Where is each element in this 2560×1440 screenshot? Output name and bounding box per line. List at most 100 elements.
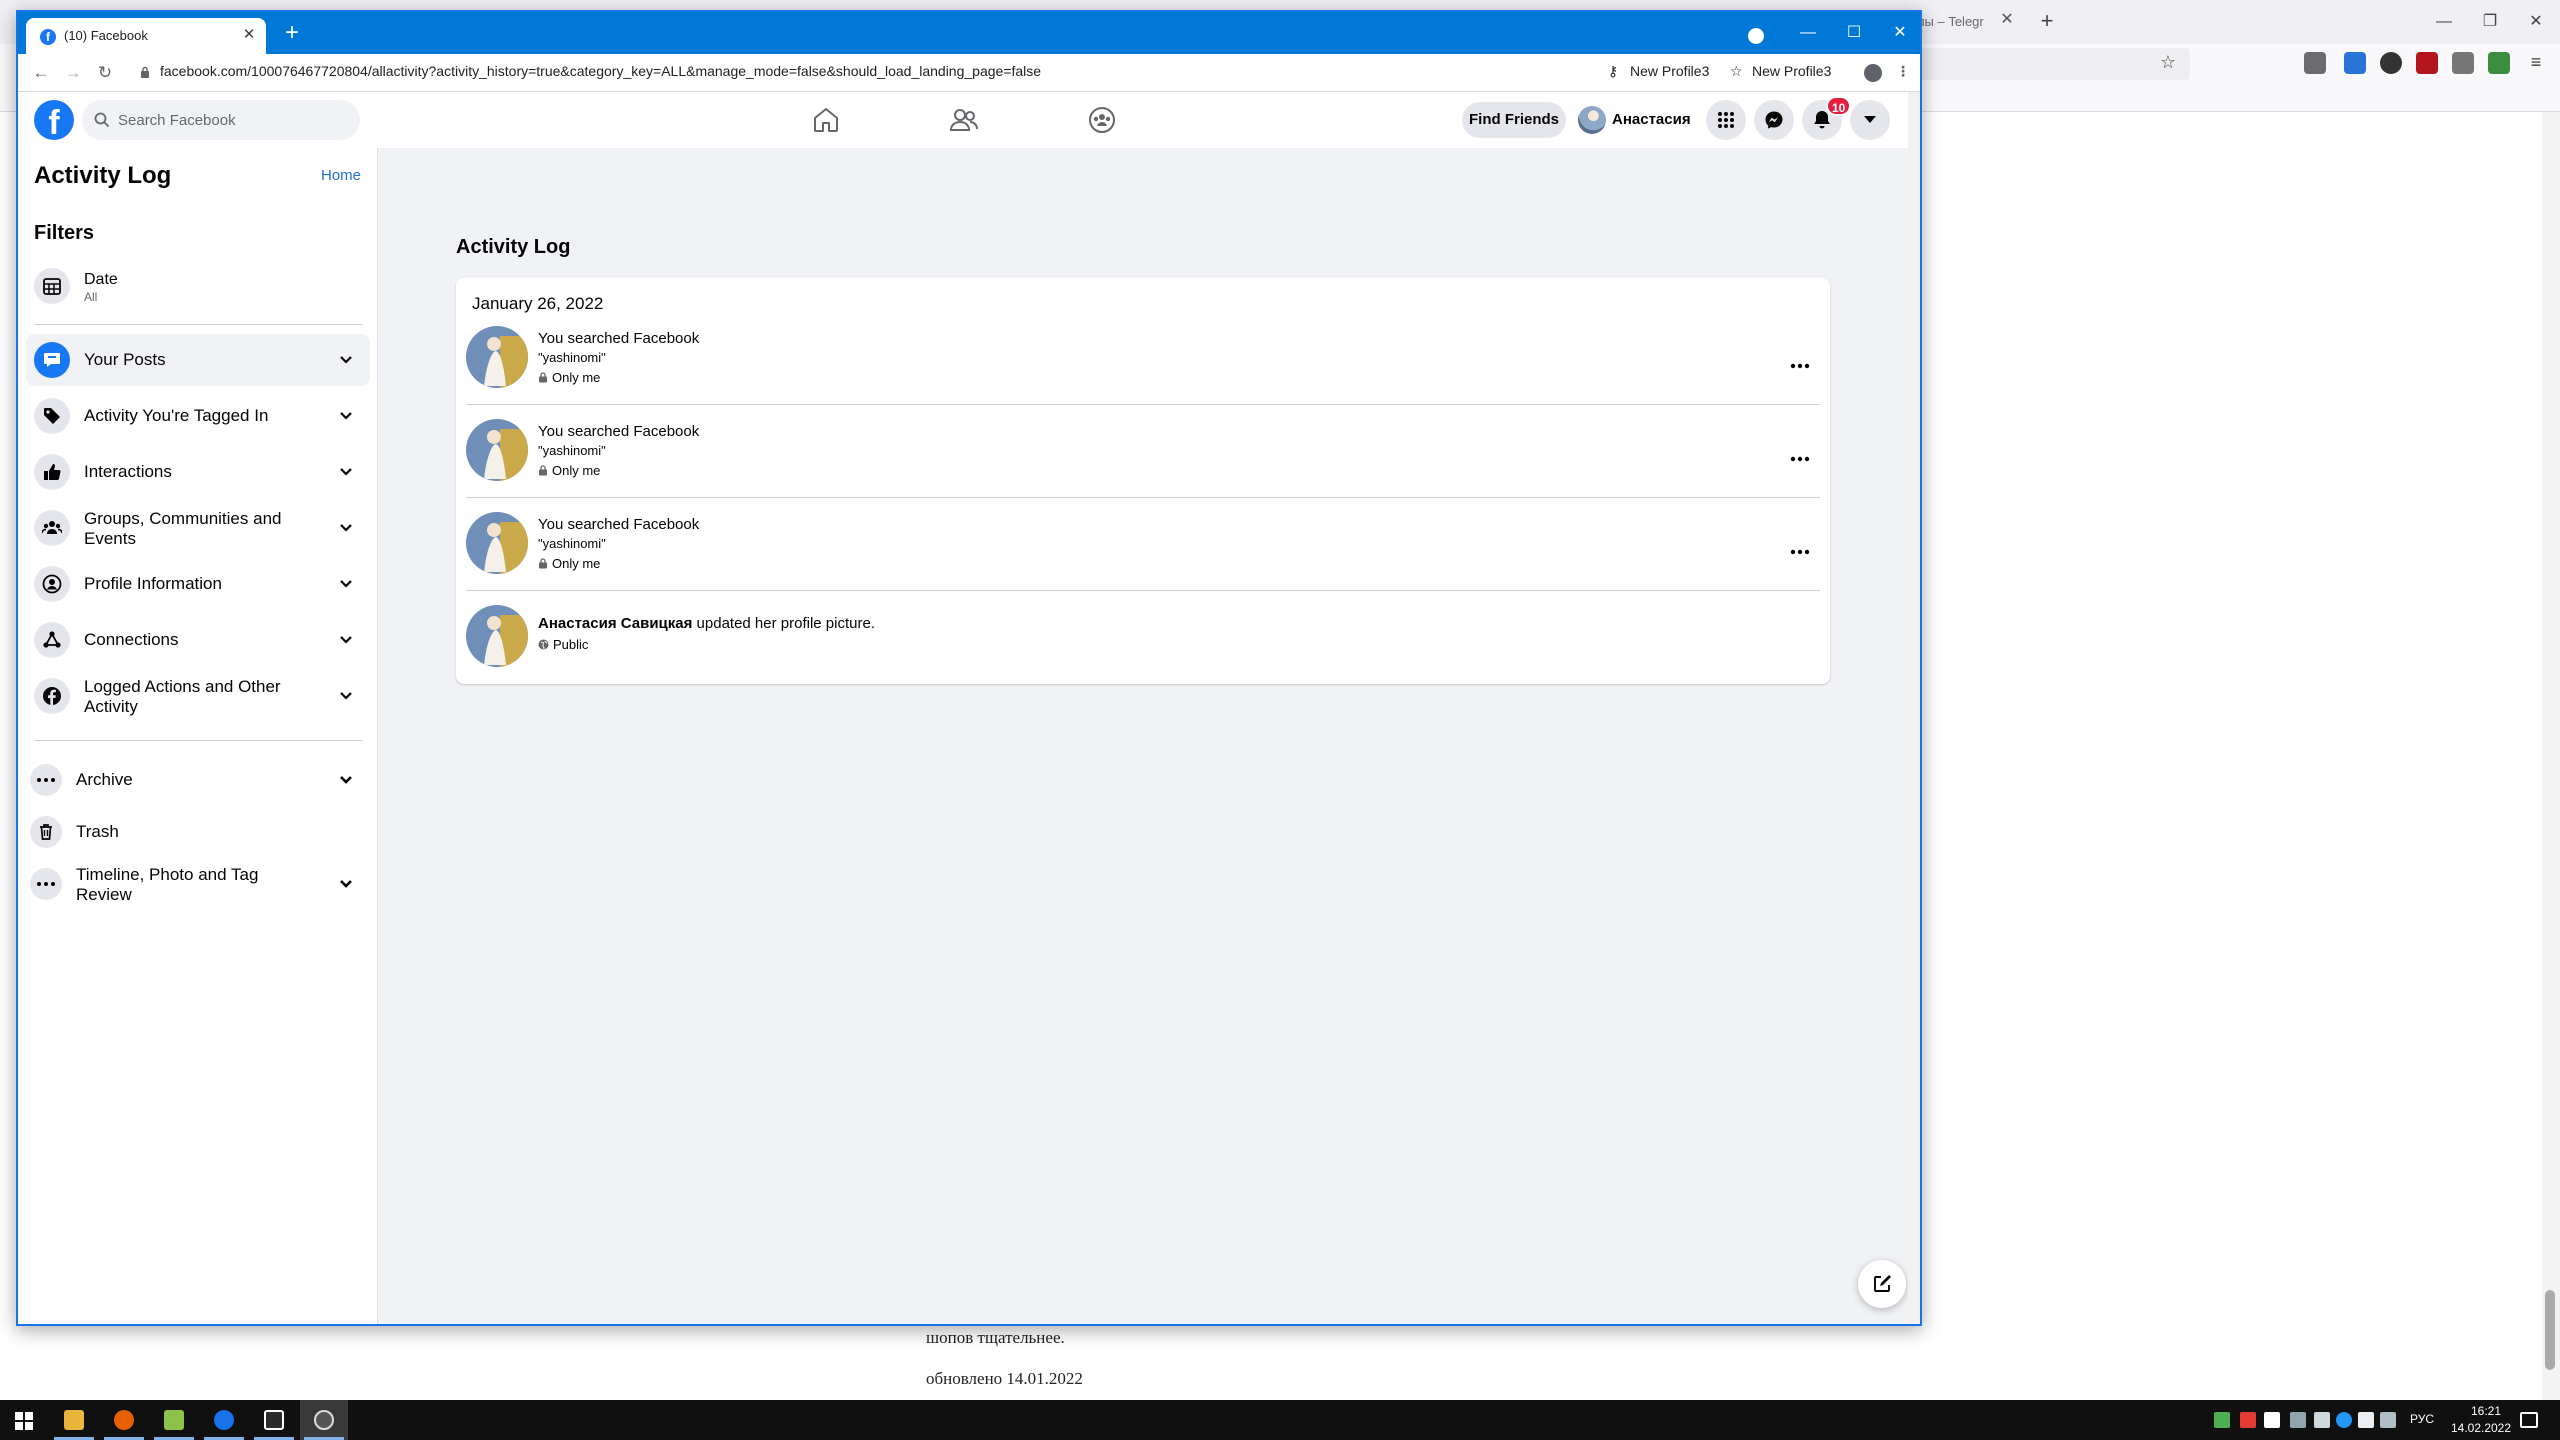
search-box[interactable]: [82, 100, 360, 140]
more-options-icon[interactable]: [1782, 441, 1818, 477]
background-url-bar[interactable]: [1910, 48, 2190, 80]
extension-icon[interactable]: [2380, 52, 2402, 74]
entry-user-name[interactable]: Анастасия Савицкая: [538, 615, 692, 632]
sidebar-item-label: Connections: [84, 630, 179, 649]
find-friends-button[interactable]: Find Friends: [1462, 102, 1566, 138]
sidebar-item-timeline-review[interactable]: Timeline, Photo and Tag Review: [22, 858, 366, 910]
sidebar-item-groups[interactable]: Groups, Communities and Events: [26, 502, 370, 554]
green-extension-icon[interactable]: [2488, 52, 2510, 74]
tray-icon[interactable]: [2264, 1412, 2280, 1428]
search-input[interactable]: [118, 100, 354, 140]
close-window-button[interactable]: ✕: [1886, 20, 1914, 46]
sidebar-item-label: Archive: [76, 770, 133, 789]
chevron-down-icon[interactable]: [336, 874, 356, 894]
date-filter[interactable]: Date All: [26, 260, 370, 312]
menu-grid-button[interactable]: [1706, 100, 1746, 140]
background-minimize-button[interactable]: —: [2432, 10, 2456, 34]
start-button[interactable]: [0, 1400, 48, 1440]
taskbar-chrome[interactable]: [200, 1400, 248, 1440]
tray-icon[interactable]: [2240, 1412, 2256, 1428]
sidebar-item-interactions[interactable]: Interactions: [26, 446, 370, 498]
bookmark-profile-1[interactable]: New Profile3: [1630, 63, 1709, 79]
tab-close-icon[interactable]: ✕: [240, 26, 258, 44]
background-new-tab-button[interactable]: +: [2035, 8, 2059, 36]
sidebar-item-your-posts[interactable]: Your Posts: [26, 334, 370, 386]
chevron-down-icon[interactable]: [336, 574, 356, 594]
taskbar-active-app[interactable]: [300, 1400, 348, 1440]
bookmark-profile-2[interactable]: New Profile3: [1752, 63, 1831, 79]
chevron-down-icon[interactable]: [336, 350, 356, 370]
clock-date[interactable]: 14.02.2022: [2446, 1421, 2516, 1435]
home-icon[interactable]: [808, 102, 844, 138]
chevron-down-icon[interactable]: [336, 462, 356, 482]
browser-tab[interactable]: f (10) Facebook ✕: [26, 18, 266, 54]
downloads-icon[interactable]: [2344, 52, 2366, 74]
notification-center-icon[interactable]: [2520, 1412, 2538, 1428]
kebab-menu-icon[interactable]: ⋮: [1896, 63, 1910, 80]
pocket-icon[interactable]: [2304, 52, 2326, 74]
taskbar-app[interactable]: [250, 1400, 298, 1440]
sidebar-item-archive[interactable]: Archive: [22, 754, 366, 806]
activity-entry[interactable]: Анастасия Савицкая updated her profile p…: [466, 605, 1820, 697]
privacy-label: Public: [553, 637, 589, 652]
sidebar-item-connections[interactable]: Connections: [26, 614, 370, 666]
chevron-down-icon[interactable]: [336, 770, 356, 790]
chevron-down-icon[interactable]: [336, 630, 356, 650]
chevron-down-icon[interactable]: [336, 686, 356, 706]
sidebar-item-tagged[interactable]: Activity You're Tagged In: [26, 390, 370, 442]
sidebar-item-logged-actions[interactable]: Logged Actions and Other Activity: [26, 670, 370, 722]
background-tab-close-icon[interactable]: ✕: [1998, 10, 2016, 30]
home-link[interactable]: Home: [321, 167, 361, 184]
new-tab-button[interactable]: +: [280, 21, 304, 46]
chevron-down-icon[interactable]: [336, 518, 356, 538]
search-icon: [94, 112, 110, 128]
facebook-logo[interactable]: f: [34, 100, 74, 140]
globe-icon: [538, 639, 549, 650]
star-icon[interactable]: ☆: [1730, 63, 1743, 80]
friends-icon[interactable]: [946, 102, 982, 138]
taskbar-notepad[interactable]: [150, 1400, 198, 1440]
messenger-button[interactable]: [1754, 100, 1794, 140]
network-icon[interactable]: [2380, 1412, 2396, 1428]
new-message-button[interactable]: [1858, 1260, 1906, 1308]
account-icon[interactable]: [1864, 64, 1882, 82]
entry-privacy: Only me: [538, 370, 600, 385]
mail-extension-icon[interactable]: [2452, 52, 2474, 74]
taskbar: РУС 16:21 14.02.2022: [0, 1400, 2560, 1440]
account-menu-button[interactable]: [1850, 100, 1890, 140]
profile-menu-icon[interactable]: [1748, 28, 1764, 44]
taskbar-file-explorer[interactable]: [50, 1400, 98, 1440]
sidebar-item-trash[interactable]: Trash: [22, 806, 366, 858]
more-options-icon[interactable]: [1782, 348, 1818, 384]
background-restore-button[interactable]: ❐: [2478, 10, 2502, 34]
back-arrow-icon[interactable]: ←: [30, 62, 52, 84]
page-scrollbar[interactable]: [1908, 92, 1920, 1324]
groups-nav-icon[interactable]: [1084, 102, 1120, 138]
reload-icon[interactable]: ↻: [94, 62, 116, 84]
chevron-down-icon[interactable]: [336, 406, 356, 426]
menu-icon[interactable]: ≡: [2524, 50, 2548, 74]
forward-arrow-icon[interactable]: →: [62, 62, 84, 84]
bookmark-star-icon[interactable]: ☆: [2156, 50, 2180, 74]
maximize-button[interactable]: ☐: [1840, 20, 1868, 46]
lock-icon[interactable]: [140, 66, 150, 78]
background-scrollbar-thumb[interactable]: [2545, 1290, 2555, 1370]
address-bar[interactable]: facebook.com/100076467720804/allactivity…: [160, 63, 1041, 79]
tray-icon[interactable]: [2314, 1412, 2330, 1428]
tray-icon[interactable]: [2290, 1412, 2306, 1428]
key-icon[interactable]: ⚷: [1608, 63, 1618, 80]
shield-extension-icon[interactable]: [2416, 52, 2438, 74]
language-indicator[interactable]: РУС: [2410, 1412, 2434, 1426]
tray-icon[interactable]: [2214, 1412, 2230, 1428]
posts-icon: [34, 342, 70, 378]
profile-button[interactable]: Анастасия: [1574, 102, 1694, 138]
taskbar-firefox[interactable]: [100, 1400, 148, 1440]
sidebar-item-profile-info[interactable]: Profile Information: [26, 558, 370, 610]
clock-time[interactable]: 16:21: [2456, 1404, 2516, 1418]
background-close-button[interactable]: ✕: [2524, 10, 2548, 34]
bluetooth-icon[interactable]: [2336, 1412, 2352, 1428]
background-scrollbar[interactable]: [2542, 112, 2560, 1400]
tray-icon[interactable]: [2358, 1412, 2374, 1428]
more-options-icon[interactable]: [1782, 534, 1818, 570]
minimize-button[interactable]: —: [1794, 20, 1822, 46]
